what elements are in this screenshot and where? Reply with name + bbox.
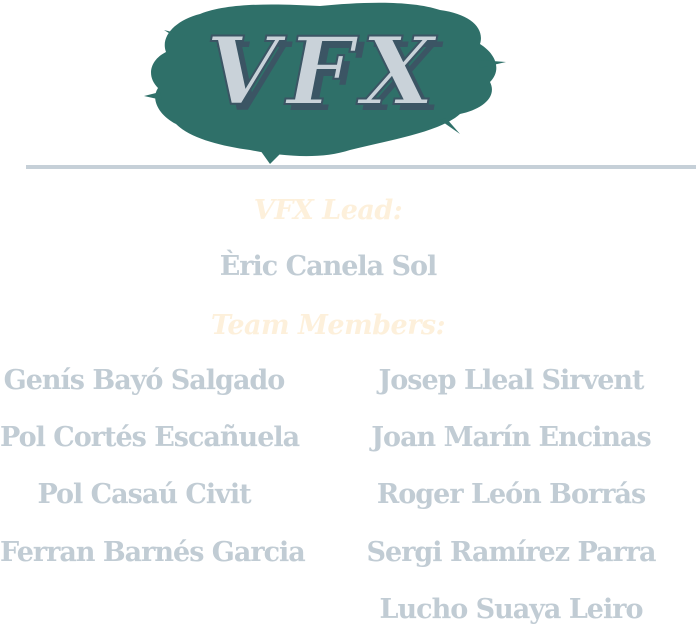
team-members-label: Team Members: (210, 310, 446, 341)
svg-text:VFX: VFX (206, 17, 443, 127)
vfx-lead-label: VFX Lead: (253, 195, 403, 226)
team-member-name: Lucho Suaya Leiro (379, 594, 644, 625)
team-member-name: Joan Marín Encinas (371, 422, 651, 453)
team-member-name: Ferran Barnés Garcia (0, 537, 306, 568)
team-member-name: Sergi Ramírez Parra (366, 537, 657, 568)
team-member-name: Josep Lleal Sirvent (378, 365, 645, 396)
vfx-lead-name: Èric Canela Sol (219, 251, 438, 282)
team-member-name: Roger León Borrás (376, 479, 646, 510)
team-member-name: Pol Casaú Civit (37, 479, 251, 510)
title-divider (26, 165, 696, 169)
team-member-name: Genís Bayó Salgado (3, 365, 286, 396)
vfx-logo: VFX VFX (140, 0, 510, 165)
logo-letters: VFX (205, 16, 443, 128)
vfx-logo-graphic: VFX VFX (144, 2, 506, 164)
team-member-name: Pol Cortés Escañuela (0, 422, 300, 453)
